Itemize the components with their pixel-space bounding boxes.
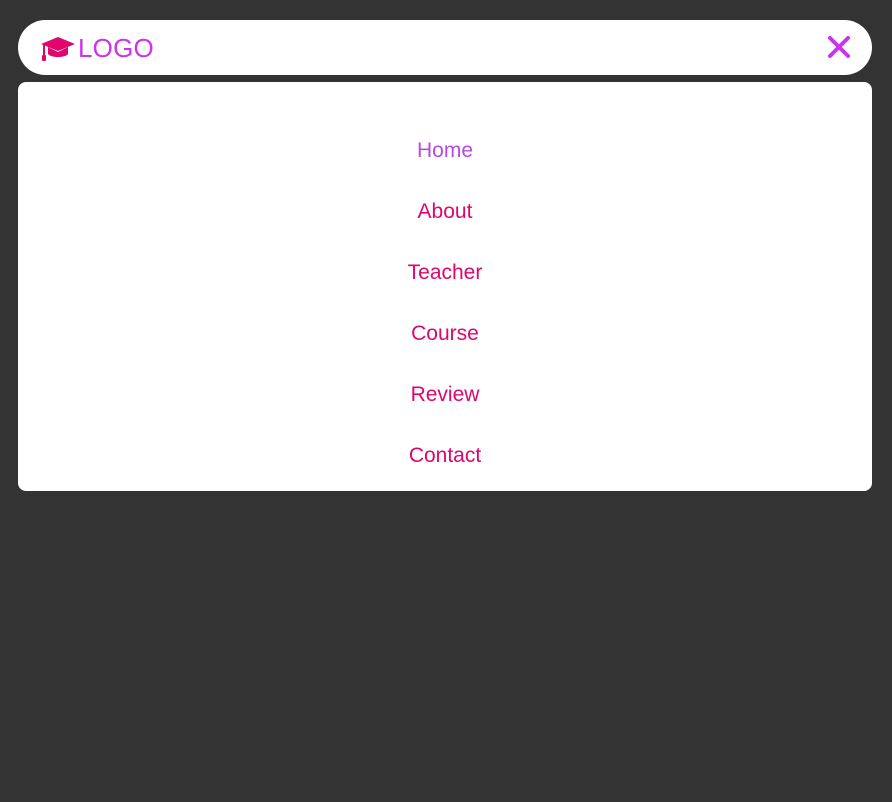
page: LOGO Home About Teacher Course Review Co… bbox=[0, 0, 892, 802]
nav-item-home[interactable]: Home bbox=[417, 120, 473, 181]
logo-text: LOGO bbox=[78, 32, 154, 63]
nav-item-review[interactable]: Review bbox=[411, 364, 480, 425]
close-icon bbox=[828, 36, 850, 58]
nav-item-contact[interactable]: Contact bbox=[409, 425, 481, 486]
close-button[interactable] bbox=[826, 34, 852, 60]
nav-item-about[interactable]: About bbox=[418, 181, 473, 242]
header-bar: LOGO bbox=[18, 20, 872, 75]
logo-link[interactable]: LOGO bbox=[40, 20, 154, 75]
nav-menu: Home About Teacher Course Review Contact bbox=[18, 82, 872, 491]
nav-item-teacher[interactable]: Teacher bbox=[408, 242, 483, 303]
nav-item-course[interactable]: Course bbox=[411, 303, 479, 364]
graduation-cap-icon bbox=[41, 36, 75, 61]
